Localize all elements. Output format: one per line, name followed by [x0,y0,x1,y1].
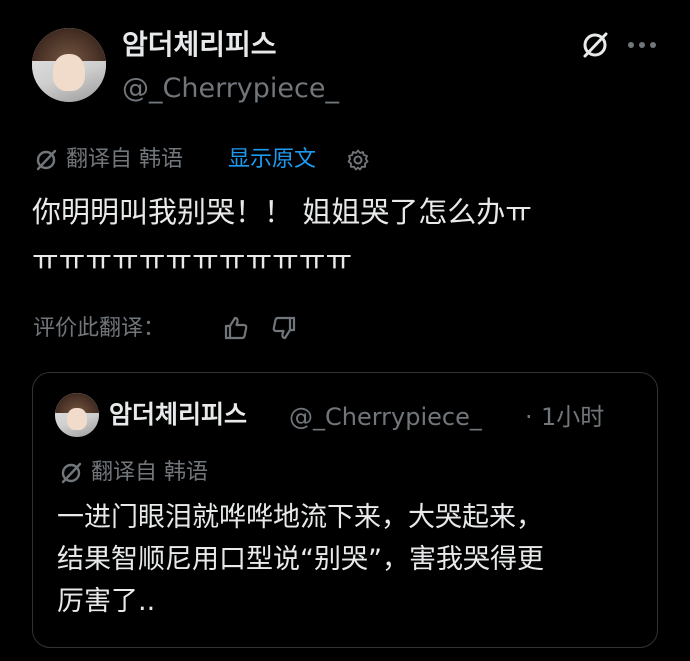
thumbs-down-icon[interactable] [270,314,298,342]
translate-off-icon[interactable] [580,30,610,60]
avatar-face [52,53,86,91]
quote-author-name: 암더체리피스 [109,400,248,429]
translation-label: 翻译自 韩语 [66,147,183,172]
quote-author-avatar [55,393,99,437]
quote-text-line-1: 一进门眼泪就哗哗地流下来，大哭起来， [57,502,543,533]
author-avatar[interactable] [32,28,106,102]
translate-off-icon [34,148,58,172]
post-text-line-2: ㅠㅠㅠㅠㅠㅠㅠㅠㅠㅠㅠㅠ [32,243,353,277]
rate-translation-label: 评价此翻译： [33,316,166,341]
quote-translation-label: 翻译自 韩语 [91,460,208,485]
author-name[interactable]: 암더체리피스 [122,28,277,62]
quote-separator: · [525,403,533,431]
quote-time: 1小时 [541,403,605,431]
show-original-link[interactable]: 显示原文 [228,145,316,175]
translate-off-icon [59,461,83,485]
quote-author-handle: @_Cherrypiece_ [289,403,482,431]
quoted-post-card[interactable]: 암더체리피스 @_Cherrypiece_ · 1小时 翻译自 韩语 一进门眼泪… [32,372,658,648]
quote-text-line-3: 厉害了.. [57,586,156,617]
author-handle[interactable]: @_Cherrypiece_ [122,72,339,106]
avatar-face [67,408,87,431]
post-text-line-1: 你明明叫我别哭！！ 姐姐哭了怎么办ㅠ [32,195,532,229]
more-icon[interactable] [626,40,658,50]
thumbs-up-icon[interactable] [222,314,250,342]
gear-icon[interactable] [346,148,370,172]
quote-text-line-2: 结果智顺尼用口型说“别哭”，害我哭得更 [57,544,544,575]
